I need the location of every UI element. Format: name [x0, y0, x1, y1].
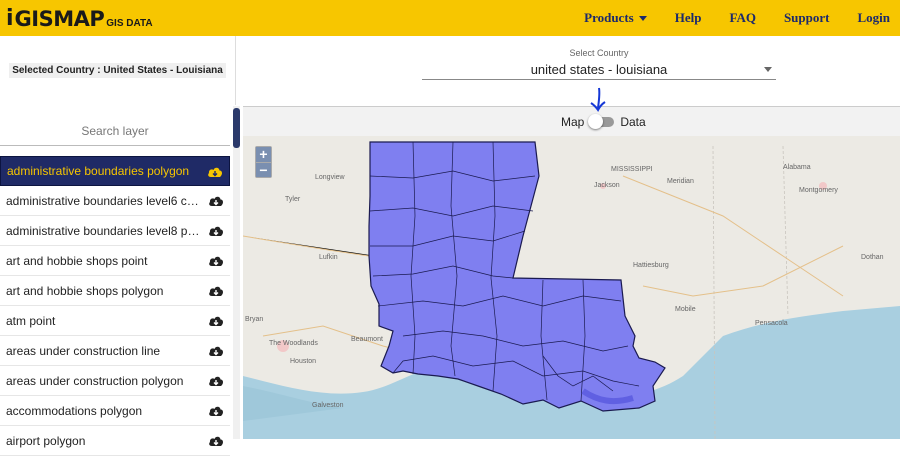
cloud-download-icon[interactable] [208, 344, 224, 358]
view-toggle-bar: Map Data [243, 106, 900, 136]
layer-item[interactable]: areas under construction polygon [0, 366, 230, 396]
layer-name: areas under construction polygon [6, 373, 184, 388]
country-select-value: united states - louisiana [530, 62, 668, 77]
layer-item[interactable]: accommodations polygon [0, 396, 230, 426]
scrollbar-thumb[interactable] [233, 108, 240, 148]
gismap-logo[interactable]: i GISMAP GIS DATA [6, 4, 153, 32]
basemap [243, 141, 900, 439]
place-label: Galveston [312, 402, 344, 409]
zoom-in-button[interactable]: + [256, 147, 271, 162]
place-label: Tyler [285, 196, 301, 203]
place-label: Alabama [783, 164, 811, 171]
layer-sidebar: administrative boundaries polygon admini… [0, 106, 240, 456]
layer-name: administrative boundaries level6 county … [6, 193, 200, 208]
layer-name: administrative boundaries level8 polygon [6, 223, 200, 238]
country-select[interactable]: Select Country united states - louisiana [422, 46, 776, 80]
nav-faq[interactable]: FAQ [729, 10, 755, 26]
zoom-out-button[interactable]: − [256, 162, 271, 178]
logo-text: GISMAP [14, 7, 105, 31]
layer-item[interactable]: atm point [0, 306, 230, 336]
layer-name: art and hobbie shops point [6, 253, 148, 268]
logo-subtext: GIS DATA [106, 18, 153, 29]
layer-name: administrative boundaries polygon [7, 164, 190, 178]
cloud-download-icon[interactable] [208, 314, 224, 328]
layer-name: airport polygon [6, 433, 86, 448]
map-view[interactable]: + − Jackson MISSISSIPPI Meridian Alabama… [243, 136, 900, 439]
map-data-switch[interactable] [588, 114, 615, 129]
layer-name: art and hobbie shops polygon [6, 283, 164, 298]
cloud-download-icon[interactable] [208, 224, 224, 238]
layer-name: atm point [6, 313, 56, 328]
place-label: Mobile [675, 306, 696, 313]
place-label: Lufkin [319, 254, 338, 261]
cloud-download-icon[interactable] [208, 434, 224, 448]
layer-list: administrative boundaries polygon admini… [0, 156, 232, 456]
selected-country-text: Selected Country : United States - Louis… [9, 63, 226, 78]
place-label: MISSISSIPPI [611, 166, 653, 173]
layer-name: accommodations polygon [6, 403, 143, 418]
cloud-download-icon[interactable] [208, 254, 224, 268]
nav-login[interactable]: Login [857, 10, 890, 26]
place-label: Houston [290, 358, 317, 365]
cloud-download-icon[interactable] [208, 374, 224, 388]
place-label: Beaumont [351, 336, 383, 343]
cloud-download-icon[interactable] [208, 404, 224, 418]
place-label: Bryan [245, 316, 264, 323]
annotation-arrow-icon [590, 87, 606, 112]
layer-item[interactable]: administrative boundaries polygon [0, 156, 230, 186]
layer-name: areas under construction line [6, 343, 161, 358]
chevron-down-icon [638, 15, 647, 21]
sidebar-scrollbar[interactable] [233, 106, 240, 439]
place-label: Montgomery [799, 187, 838, 194]
dropdown-arrow-icon [764, 67, 772, 72]
switch-knob [588, 114, 604, 129]
map-data-toggle: Map Data [561, 114, 646, 129]
place-label: Meridian [667, 178, 694, 185]
zoom-control: + − [255, 146, 272, 178]
map-toggle-label: Map [561, 115, 585, 129]
layer-item[interactable]: art and hobbie shops polygon [0, 276, 230, 306]
place-label: Dothan [861, 254, 884, 261]
place-label: The Woodlands [269, 340, 318, 347]
top-bar: i GISMAP GIS DATA Products Help FAQ Supp… [0, 0, 900, 36]
layer-item[interactable]: areas under construction line [0, 336, 230, 366]
layer-item[interactable]: administrative boundaries level6 county … [0, 186, 230, 216]
nav-help[interactable]: Help [675, 10, 702, 26]
layer-item[interactable]: administrative boundaries level8 polygon [0, 216, 230, 246]
data-toggle-label: Data [620, 115, 646, 129]
place-label: Jackson [594, 182, 620, 189]
nav-support[interactable]: Support [784, 10, 830, 26]
place-label: Pensacola [755, 320, 788, 327]
place-label: Longview [315, 174, 345, 181]
cloud-download-icon[interactable] [208, 194, 224, 208]
cloud-download-icon[interactable] [208, 284, 224, 298]
main-nav: Products Help FAQ Support Login [556, 0, 890, 36]
layer-item[interactable]: airport polygon [0, 426, 230, 456]
layer-item[interactable]: art and hobbie shops point [0, 246, 230, 276]
place-label: Hattiesburg [633, 262, 669, 269]
selected-country-panel: Selected Country : United States - Louis… [0, 36, 236, 105]
cloud-download-icon[interactable] [207, 165, 223, 179]
logo-i: i [6, 6, 14, 31]
nav-products[interactable]: Products [584, 10, 647, 26]
nav-products-label: Products [584, 10, 634, 25]
search-layer-box [0, 118, 230, 146]
country-select-label: Select Country [569, 48, 629, 58]
search-layer-input[interactable] [0, 118, 230, 144]
